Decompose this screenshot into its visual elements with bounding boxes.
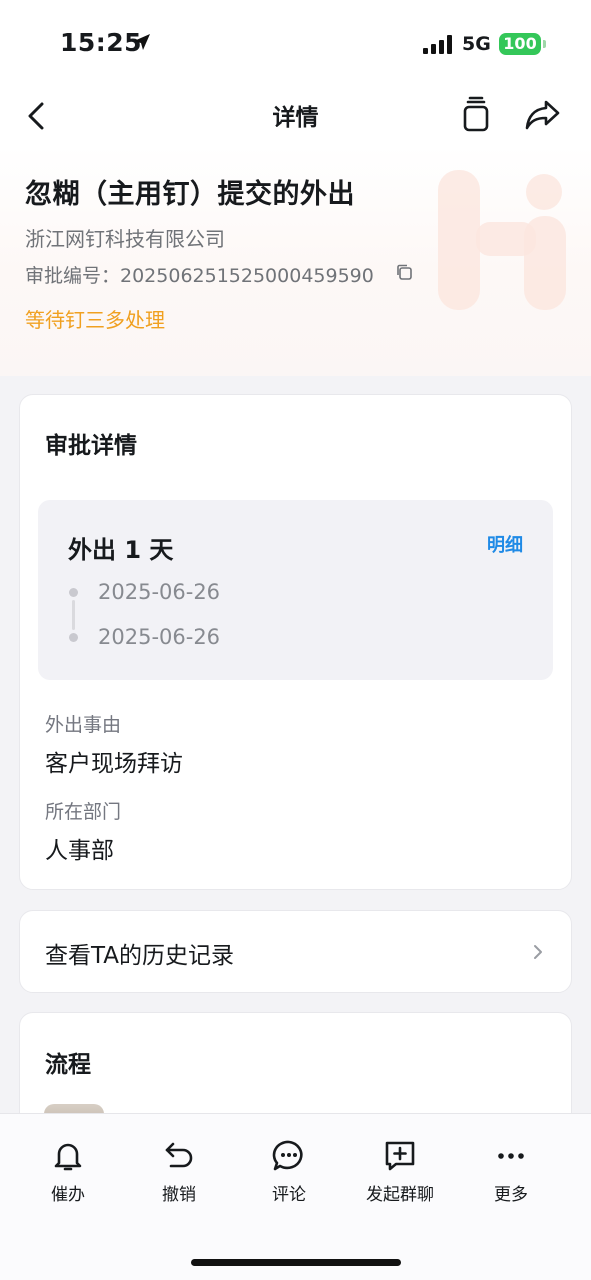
approval-title: 忽糊（主用钉）提交的外出 bbox=[25, 179, 355, 210]
reason-value: 客户现场拜访 bbox=[45, 751, 183, 777]
history-record-label: 查看TA的历史记录 bbox=[45, 943, 234, 969]
chevron-right-icon bbox=[534, 945, 542, 959]
location-arrow-icon bbox=[134, 34, 150, 50]
leave-duration: 外出 1 天 bbox=[68, 536, 174, 564]
copy-icon[interactable] bbox=[458, 96, 494, 134]
more-button[interactable]: 更多 bbox=[466, 1138, 556, 1208]
approval-number: 审批编号：2025062515250004595​90 bbox=[25, 265, 374, 287]
battery-tip bbox=[543, 40, 546, 48]
revoke-button[interactable]: 撤销 bbox=[134, 1138, 224, 1208]
department-label: 所在部门 bbox=[45, 801, 122, 823]
group-chat-button[interactable]: 发起群聊 bbox=[355, 1138, 445, 1208]
remind-button[interactable]: 催办 bbox=[23, 1138, 113, 1208]
details-section-title: 审批详情 bbox=[45, 433, 137, 459]
timeline-dot-start bbox=[69, 588, 78, 597]
detail-link[interactable]: 明细 bbox=[487, 531, 523, 557]
reason-label: 外出事由 bbox=[45, 714, 122, 736]
comment-button[interactable]: 评论 bbox=[244, 1138, 334, 1208]
share-icon[interactable] bbox=[522, 96, 562, 134]
more-icon bbox=[498, 1153, 524, 1159]
company-name: 浙江网钉科技有限公司 bbox=[25, 227, 225, 251]
revoke-label: 撤销 bbox=[162, 1185, 196, 1205]
battery-icon: 100 bbox=[499, 33, 541, 55]
comment-icon bbox=[272, 1140, 303, 1171]
remind-label: 催办 bbox=[51, 1185, 85, 1205]
copy-number-icon[interactable] bbox=[395, 263, 413, 281]
home-indicator[interactable] bbox=[191, 1259, 401, 1266]
undo-icon bbox=[165, 1142, 193, 1168]
approval-status: 等待钉三多处理 bbox=[25, 308, 165, 332]
comment-label: 评论 bbox=[272, 1185, 306, 1205]
end-date: 2025-06-26 bbox=[98, 625, 221, 649]
flow-section-title: 流程 bbox=[45, 1052, 91, 1078]
signal-icon bbox=[423, 34, 453, 54]
status-time: 15:25 bbox=[60, 28, 143, 57]
watermark-logo-icon bbox=[438, 170, 566, 310]
group-chat-label: 发起群聊 bbox=[366, 1185, 434, 1205]
timeline-line bbox=[72, 600, 75, 630]
more-label: 更多 bbox=[494, 1185, 528, 1205]
department-value: 人事部 bbox=[45, 838, 114, 864]
back-icon[interactable] bbox=[20, 96, 54, 136]
timeline-dot-end bbox=[69, 633, 78, 642]
nav-bar bbox=[0, 88, 591, 146]
bell-icon bbox=[54, 1143, 82, 1171]
network-type: 5G bbox=[462, 33, 491, 55]
group-chat-icon bbox=[385, 1141, 415, 1171]
start-date: 2025-06-26 bbox=[98, 580, 221, 604]
